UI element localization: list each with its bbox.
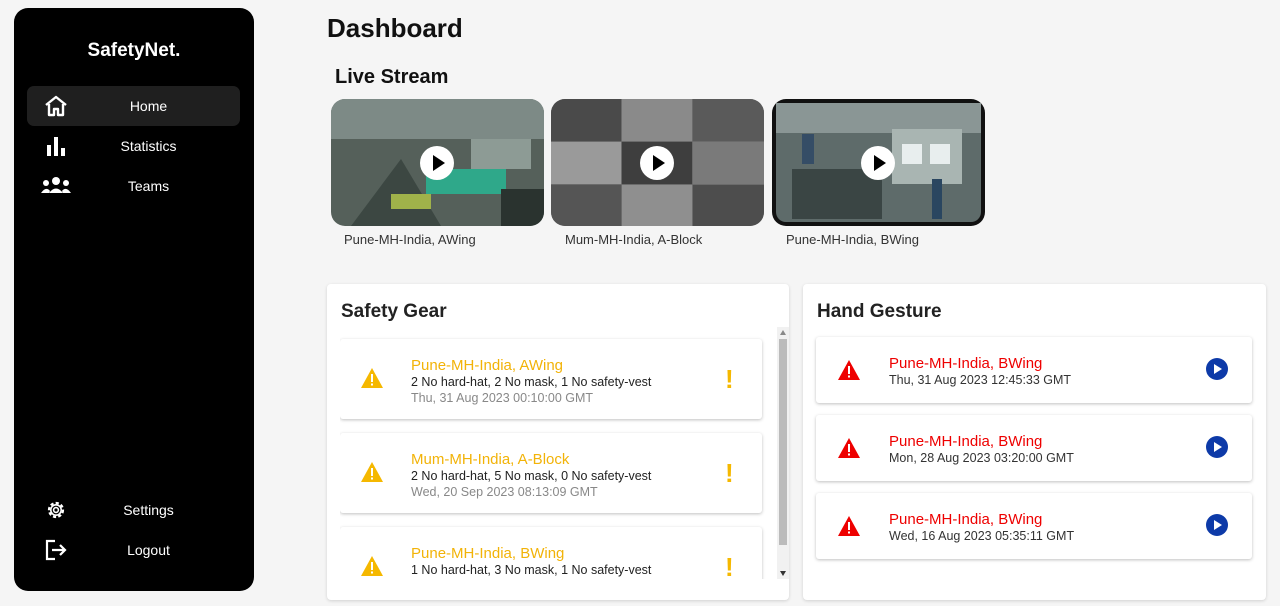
play-icon[interactable] <box>420 146 454 180</box>
safety-gear-card: Safety Gear Pune-MH-India, AWing 2 No ha… <box>327 284 789 600</box>
nav-home-label: Home <box>129 98 168 114</box>
warning-icon <box>361 462 383 482</box>
list-item[interactable]: Mum-MH-India, A-Block 2 No hard-hat, 5 N… <box>340 433 762 513</box>
alert-time: Wed, 20 Sep 2023 08:13:09 GMT <box>411 485 598 499</box>
alert-location: Mum-MH-India, A-Block <box>411 451 570 468</box>
exclamation-icon: ! <box>725 552 734 579</box>
nav-logout-label: Logout <box>127 542 170 558</box>
scroll-up-arrow-icon[interactable] <box>780 330 786 335</box>
play-icon[interactable] <box>640 146 674 180</box>
alert-time: Thu, 31 Aug 2023 00:10:00 GMT <box>411 391 594 405</box>
warning-icon <box>838 360 860 380</box>
list-item[interactable]: Pune-MH-India, BWing Thu, 31 Aug 2023 12… <box>816 337 1252 403</box>
play-circle-icon[interactable] <box>1206 514 1228 536</box>
scrollbar-thumb[interactable] <box>779 339 787 545</box>
hand-gesture-card: Hand Gesture Pune-MH-India, BWing Thu, 3… <box>803 284 1266 600</box>
stream-thumbnail-1[interactable] <box>331 99 544 226</box>
list-item[interactable]: Pune-MH-India, BWing 1 No hard-hat, 3 No… <box>340 527 762 579</box>
scrollbar[interactable] <box>777 327 789 579</box>
stream-label-2: Mum-MH-India, A-Block <box>565 232 703 247</box>
nav-settings-label: Settings <box>123 502 174 518</box>
stream-label-3: Pune-MH-India, BWing <box>786 232 919 247</box>
warning-icon <box>361 368 383 388</box>
page-title: Dashboard <box>327 13 463 43</box>
list-item[interactable]: Pune-MH-India, AWing 2 No hard-hat, 2 No… <box>340 339 762 419</box>
play-icon[interactable] <box>861 146 895 180</box>
brand-logo: SafetyNet. <box>87 40 181 61</box>
warning-icon <box>361 556 383 576</box>
alert-location: Pune-MH-India, AWing <box>411 357 564 374</box>
nav-teams-label: Teams <box>127 178 170 194</box>
gesture-location: Pune-MH-India, BWing <box>889 511 1043 528</box>
gesture-time: Wed, 16 Aug 2023 05:35:11 GMT <box>889 529 1075 543</box>
gesture-location: Pune-MH-India, BWing <box>889 433 1043 450</box>
warning-icon <box>838 516 860 536</box>
warning-icon <box>838 438 860 458</box>
list-item[interactable]: Pune-MH-India, BWing Mon, 28 Aug 2023 03… <box>816 415 1252 481</box>
gesture-time: Mon, 28 Aug 2023 03:20:00 GMT <box>889 451 1074 465</box>
gesture-location: Pune-MH-India, BWing <box>889 355 1043 372</box>
alert-location: Pune-MH-India, BWing <box>411 545 565 562</box>
hand-gesture-title: Hand Gesture <box>817 301 942 322</box>
exclamation-icon: ! <box>725 364 734 394</box>
exclamation-icon: ! <box>725 458 734 488</box>
scroll-down-arrow-icon[interactable] <box>780 571 786 576</box>
safety-gear-list[interactable]: Pune-MH-India, AWing 2 No hard-hat, 2 No… <box>340 327 776 579</box>
nav-statistics[interactable]: Statistics <box>27 126 240 166</box>
alert-details: 2 No hard-hat, 5 No mask, 0 No safety-ve… <box>411 469 652 483</box>
nav-statistics-label: Statistics <box>120 138 177 154</box>
gesture-time: Thu, 31 Aug 2023 12:45:33 GMT <box>889 373 1072 387</box>
nav-home[interactable]: Home <box>27 86 240 126</box>
sidebar: SafetyNet. Home Statistics Teams Setting… <box>14 8 254 591</box>
nav-settings[interactable]: Settings <box>27 490 240 530</box>
alert-details: 1 No hard-hat, 3 No mask, 1 No safety-ve… <box>411 563 652 577</box>
alert-details: 2 No hard-hat, 2 No mask, 1 No safety-ve… <box>411 375 652 389</box>
stream-thumbnail-3[interactable] <box>772 99 985 226</box>
live-stream-title: Live Stream <box>335 66 449 88</box>
stream-label-1: Pune-MH-India, AWing <box>344 232 476 247</box>
safety-gear-title: Safety Gear <box>341 301 447 322</box>
nav-logout[interactable]: Logout <box>27 530 240 570</box>
play-circle-icon[interactable] <box>1206 358 1228 380</box>
play-circle-icon[interactable] <box>1206 436 1228 458</box>
list-item[interactable]: Pune-MH-India, BWing Wed, 16 Aug 2023 05… <box>816 493 1252 559</box>
stream-thumbnail-2[interactable] <box>551 99 764 226</box>
nav-teams[interactable]: Teams <box>27 166 240 206</box>
